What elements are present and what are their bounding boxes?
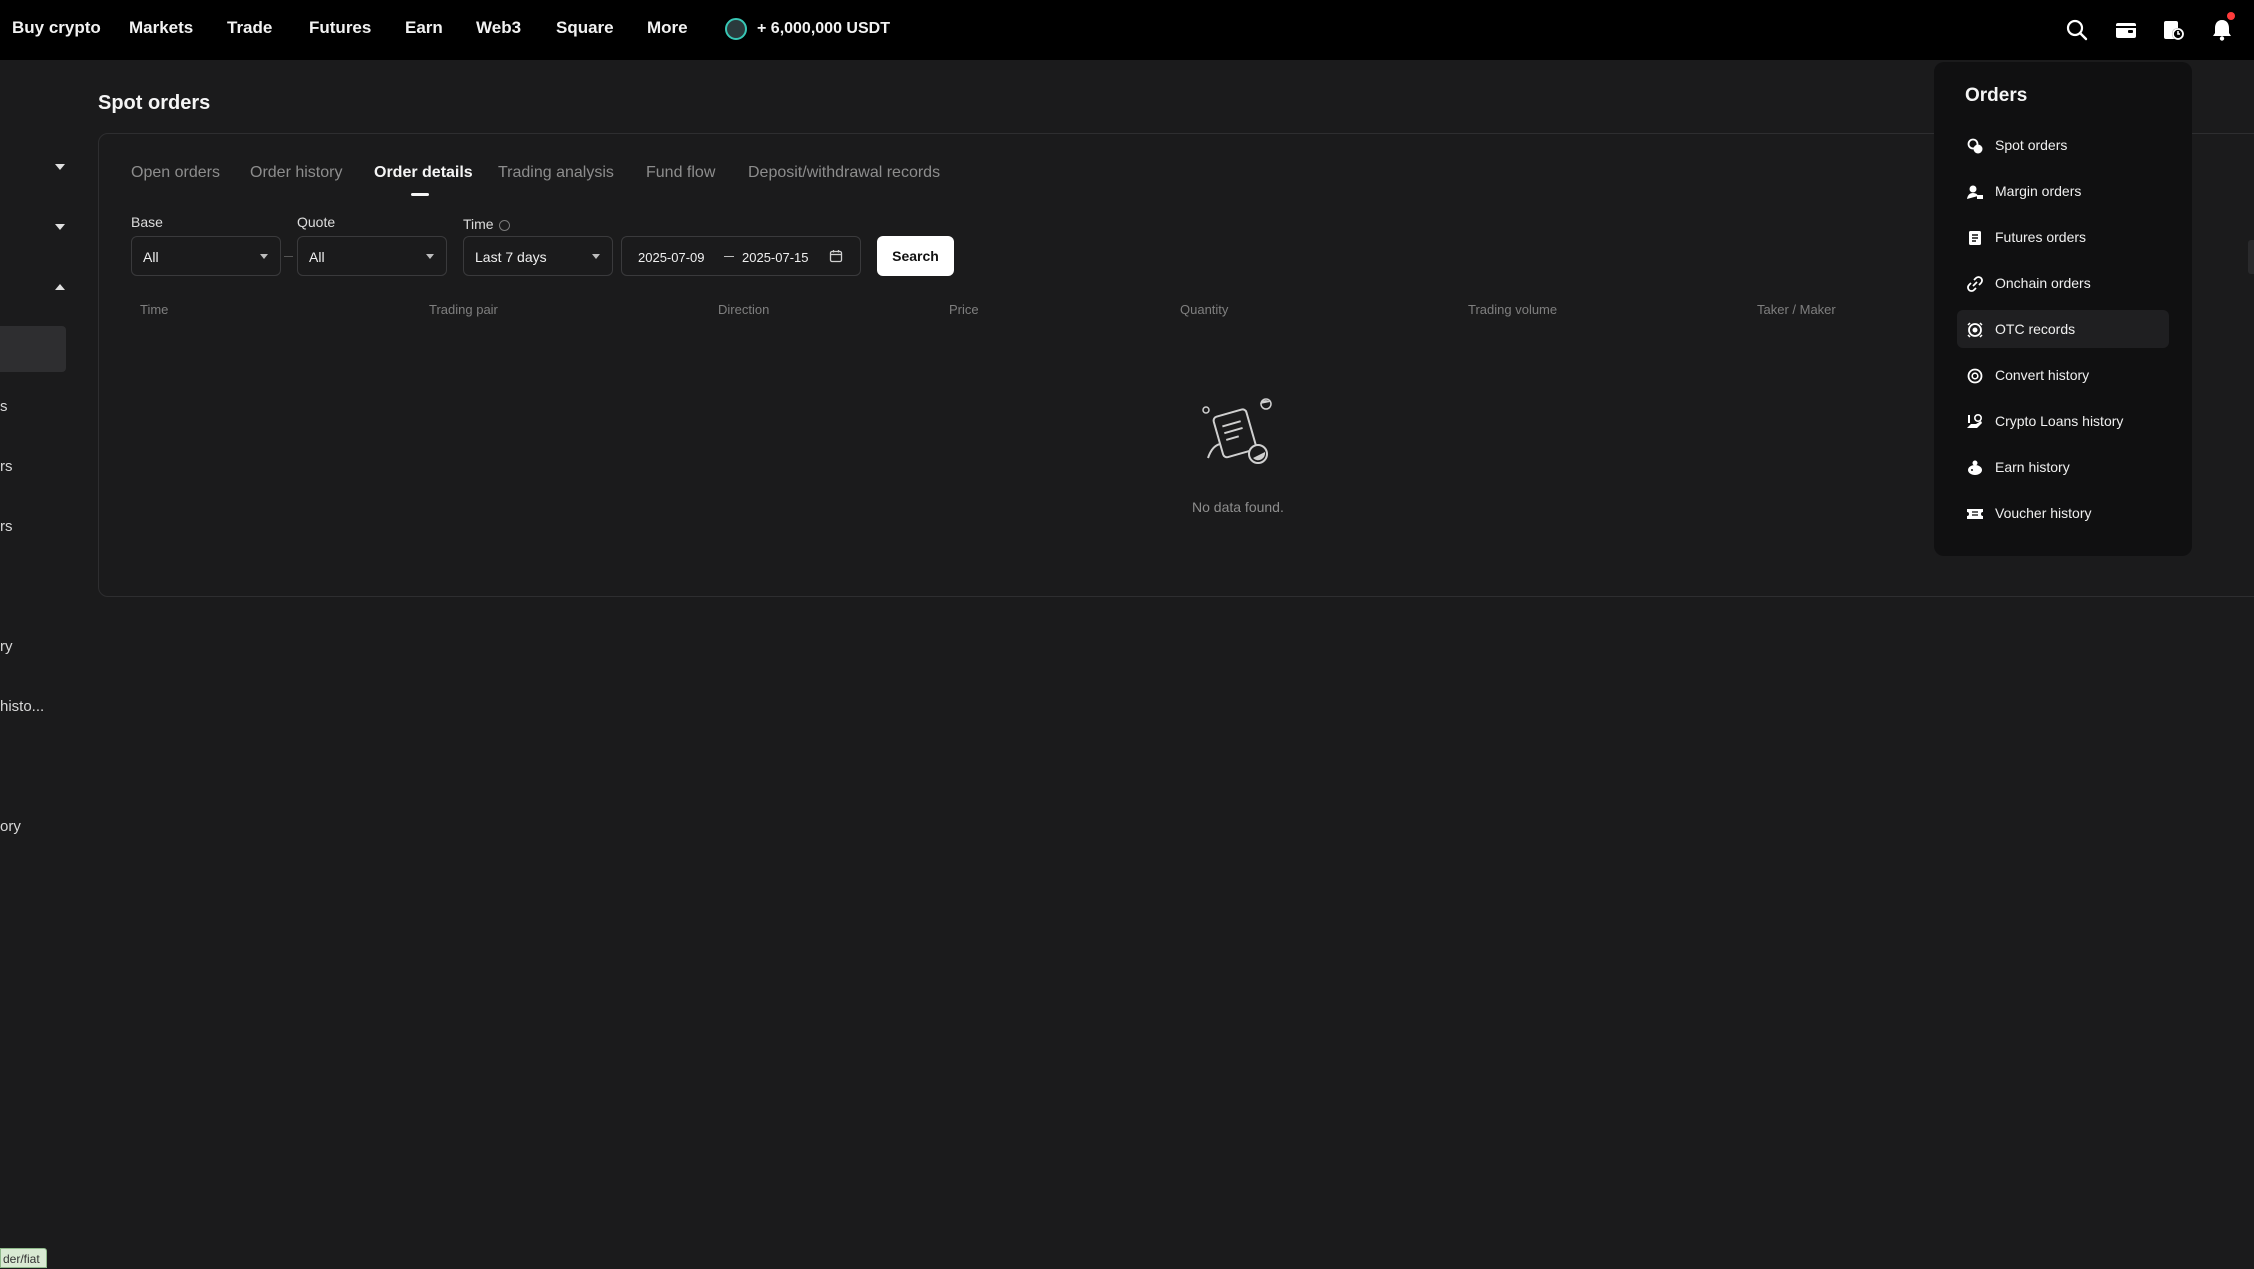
- chevron-up-icon[interactable]: [54, 281, 66, 293]
- menu-item-label: Onchain orders: [1995, 275, 2091, 291]
- nav-earn[interactable]: Earn: [405, 18, 443, 38]
- sidebar-item-label[interactable]: rs: [0, 458, 13, 475]
- column-header-time: Time: [140, 302, 169, 317]
- chevron-down-icon: [260, 254, 268, 259]
- side-panel-handle[interactable]: [2248, 240, 2254, 274]
- quote-select-value: All: [309, 249, 325, 265]
- chevron-down-icon[interactable]: [54, 161, 66, 173]
- sidebar-item-label[interactable]: ry: [0, 638, 13, 655]
- active-tab-indicator: [411, 193, 429, 196]
- search-icon[interactable]: [2064, 17, 2090, 43]
- voucher-history-icon: [1967, 509, 1983, 519]
- menu-item-convert-history[interactable]: Convert history: [1957, 356, 2169, 394]
- page-title: Spot orders: [98, 92, 211, 114]
- tab-deposit-withdrawal-records[interactable]: Deposit/withdrawal records: [748, 164, 940, 182]
- menu-item-label: Crypto Loans history: [1995, 413, 2124, 429]
- chevron-down-icon[interactable]: [54, 221, 66, 233]
- empty-document-icon: [1202, 398, 1272, 464]
- column-header-direction: Direction: [718, 302, 770, 317]
- top-nav: Buy crypto Markets Trade Futures Earn We…: [0, 0, 2254, 60]
- orders-history-icon[interactable]: [2160, 17, 2186, 43]
- time-select[interactable]: Last 7 days: [463, 236, 613, 276]
- date-start[interactable]: 2025-07-09: [638, 250, 705, 265]
- menu-item-onchain-orders[interactable]: Onchain orders: [1957, 264, 2169, 302]
- nav-more[interactable]: More: [647, 18, 688, 38]
- quote-label: Quote: [297, 214, 336, 230]
- sidebar-item-label[interactable]: histo...: [0, 698, 44, 715]
- orders-panel: [98, 133, 2254, 597]
- nav-futures[interactable]: Futures: [309, 18, 371, 38]
- menu-item-crypto-loans-history[interactable]: Crypto Loans history: [1957, 402, 2169, 440]
- bell-icon[interactable]: [2209, 17, 2235, 43]
- orders-menu-title: Orders: [1965, 85, 2028, 106]
- nav-square[interactable]: Square: [556, 18, 614, 38]
- earn-history-icon: [1968, 460, 1982, 475]
- date-range-separator: [724, 256, 734, 257]
- onchain-orders-icon: [1967, 276, 1983, 292]
- crypto-loans-icon: [1967, 413, 1983, 428]
- menu-item-label: Spot orders: [1995, 137, 2068, 153]
- sidebar-item-label[interactable]: ory: [0, 818, 21, 835]
- nav-trade[interactable]: Trade: [227, 18, 272, 38]
- base-select-value: All: [143, 249, 159, 265]
- chevron-down-icon: [592, 254, 600, 259]
- status-bar-url: der/fiat: [0, 1248, 47, 1268]
- tab-open-orders[interactable]: Open orders: [131, 164, 220, 182]
- time-label: Time: [463, 216, 510, 232]
- wallet-icon[interactable]: [2113, 17, 2139, 43]
- nav-markets[interactable]: Markets: [129, 18, 193, 38]
- futures-orders-icon: [1969, 231, 1981, 245]
- menu-item-label: Margin orders: [1995, 183, 2082, 199]
- nav-buy-crypto[interactable]: Buy crypto: [12, 18, 101, 38]
- sidebar-item-label[interactable]: rs: [0, 518, 13, 535]
- spot-orders-icon: [1967, 138, 1983, 154]
- promo-logo-icon: [725, 18, 747, 40]
- nav-web3[interactable]: Web3: [476, 18, 521, 38]
- menu-item-spot-orders[interactable]: Spot orders: [1957, 126, 2169, 164]
- column-header-quantity: Quantity: [1180, 302, 1229, 317]
- menu-item-margin-orders[interactable]: Margin orders: [1957, 172, 2169, 210]
- column-header-trading-volume: Trading volume: [1468, 302, 1558, 317]
- menu-item-label: Convert history: [1995, 367, 2090, 383]
- date-end[interactable]: 2025-07-15: [742, 250, 809, 265]
- base-quote-separator: [284, 256, 293, 257]
- sidebar-item-label[interactable]: s: [0, 398, 8, 415]
- convert-history-icon: [1967, 368, 1983, 384]
- promo-text: + 6,000,000 USDT: [757, 20, 890, 37]
- menu-item-label: Earn history: [1995, 459, 2070, 475]
- menu-item-otc-records[interactable]: OTC records: [1957, 310, 2169, 348]
- empty-state-text: No data found.: [1192, 499, 1284, 515]
- menu-item-label: Voucher history: [1995, 505, 2092, 521]
- time-select-value: Last 7 days: [475, 249, 547, 265]
- column-header-price: Price: [949, 302, 979, 317]
- menu-item-label: OTC records: [1995, 321, 2076, 337]
- chevron-down-icon: [426, 254, 434, 259]
- tab-trading-analysis[interactable]: Trading analysis: [498, 164, 614, 182]
- column-header-taker-maker: Taker / Maker: [1757, 302, 1836, 317]
- menu-item-earn-history[interactable]: Earn history: [1957, 448, 2169, 486]
- tab-order-history[interactable]: Order history: [250, 164, 342, 182]
- search-button[interactable]: Search: [877, 236, 954, 276]
- tab-order-details[interactable]: Order details: [374, 164, 473, 182]
- base-label: Base: [131, 214, 163, 230]
- otc-records-icon: [1967, 322, 1983, 338]
- sidebar-item-active[interactable]: [0, 326, 66, 372]
- menu-item-voucher-history[interactable]: Voucher history: [1957, 494, 2169, 532]
- base-select[interactable]: All: [131, 236, 281, 276]
- quote-select[interactable]: All: [297, 236, 447, 276]
- menu-item-label: Futures orders: [1995, 229, 2087, 245]
- calendar-icon[interactable]: [829, 249, 843, 263]
- info-icon[interactable]: [498, 219, 510, 231]
- margin-orders-icon: [1967, 185, 1983, 199]
- notification-dot: [2227, 12, 2235, 20]
- promo-banner[interactable]: + 6,000,000 USDT: [725, 16, 890, 42]
- menu-item-futures-orders[interactable]: Futures orders: [1957, 218, 2169, 256]
- column-header-trading-pair: Trading pair: [429, 302, 498, 317]
- date-range-picker[interactable]: 2025-07-09 2025-07-15: [621, 236, 861, 276]
- tab-fund-flow[interactable]: Fund flow: [646, 164, 715, 182]
- time-label-text: Time: [463, 216, 494, 232]
